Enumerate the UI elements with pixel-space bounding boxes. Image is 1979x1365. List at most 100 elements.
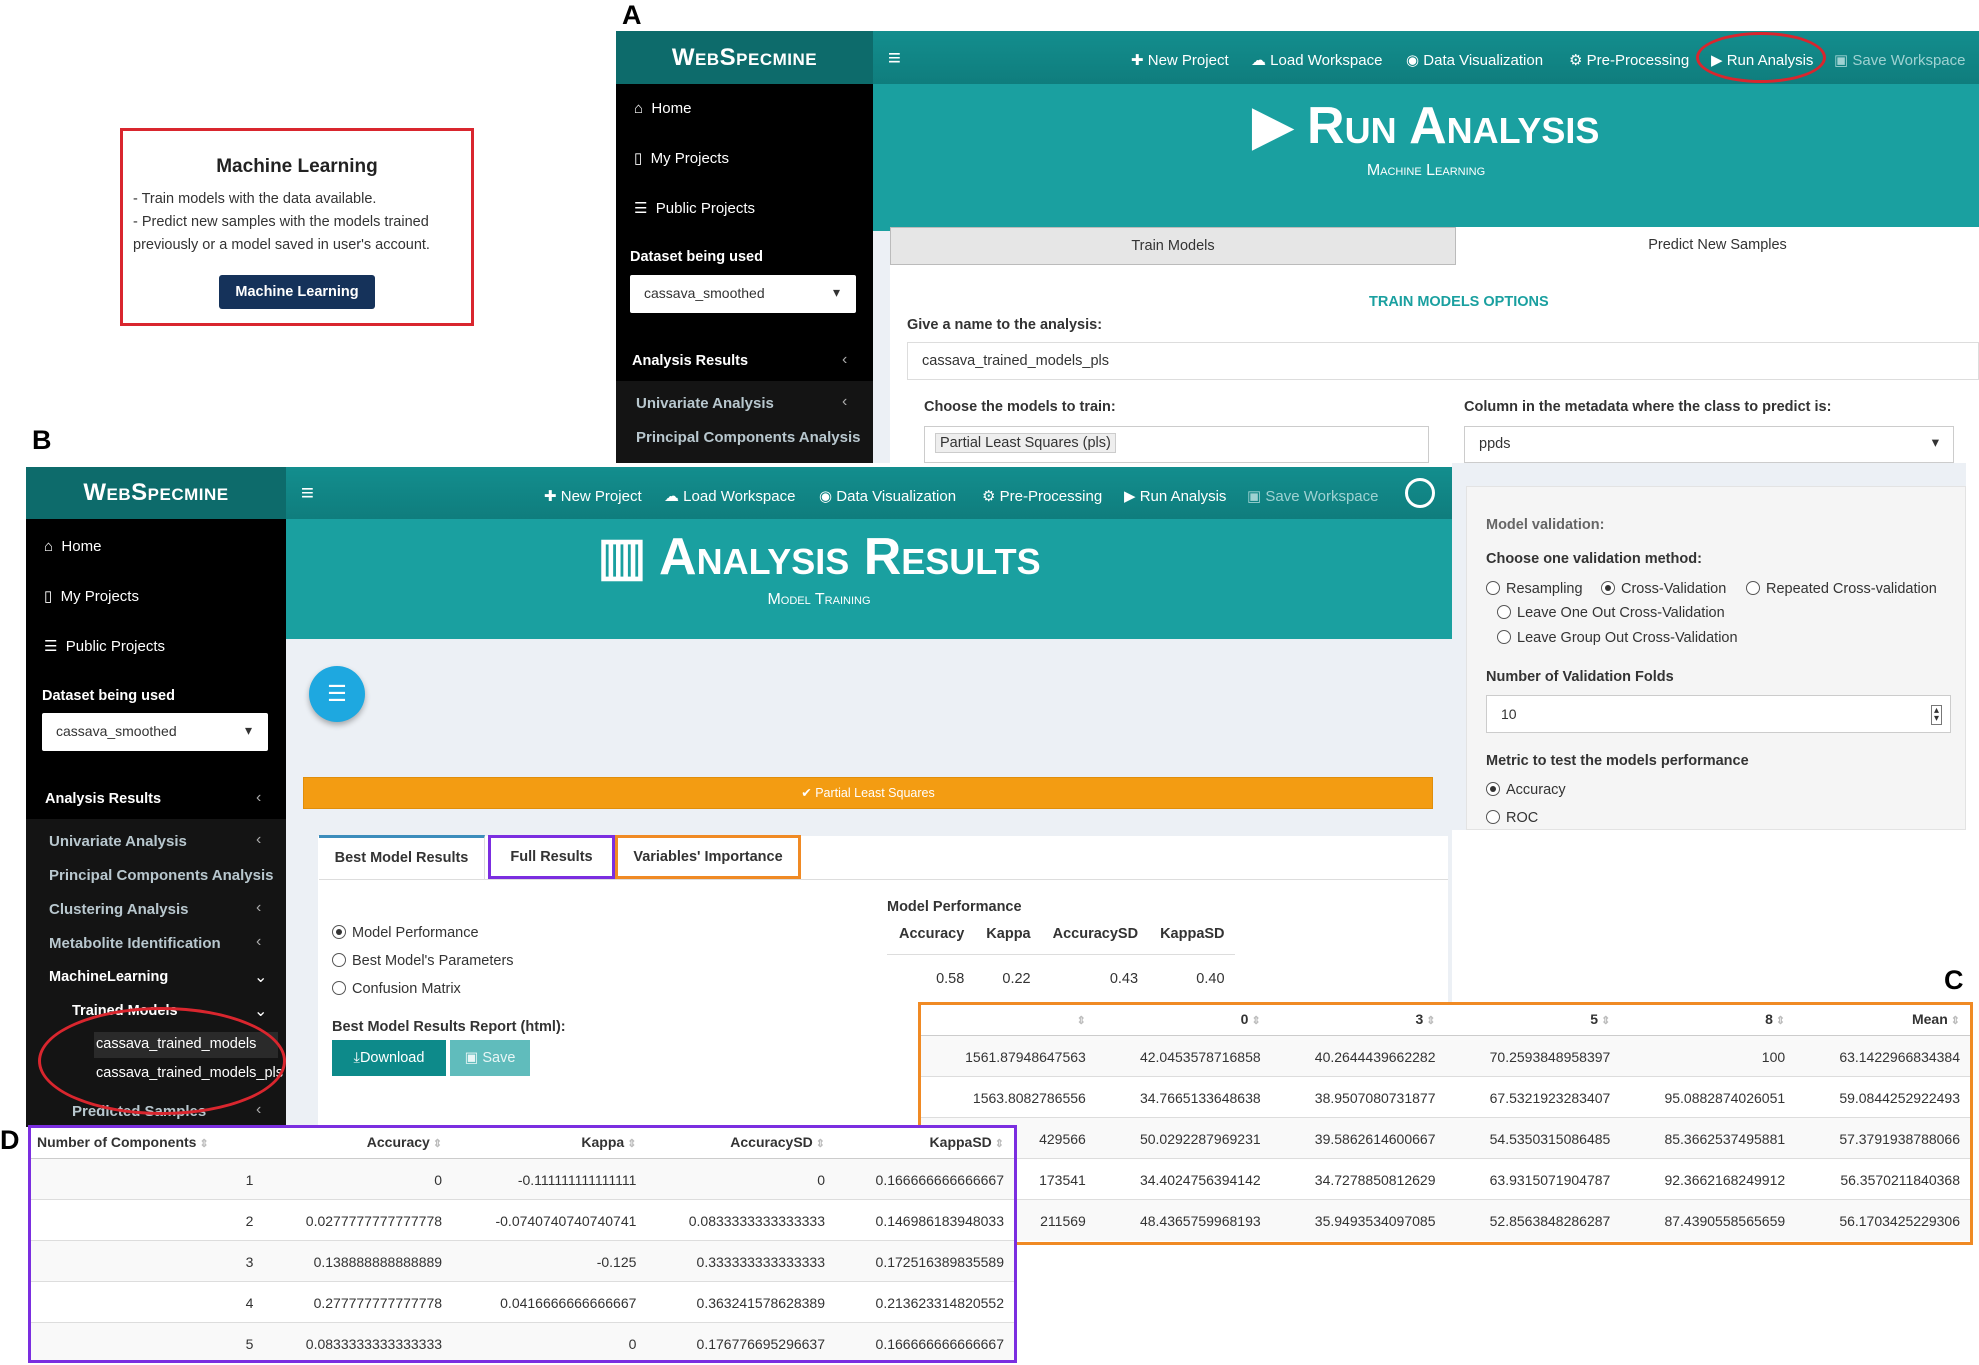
nav-save-workspace[interactable]: ▣ Save Workspace: [1247, 487, 1378, 505]
radio-accuracy[interactable]: Accuracy: [1486, 782, 1566, 798]
nav-new-project[interactable]: ✚ New Project: [544, 487, 642, 505]
radio-model-performance[interactable]: Model Performance: [332, 925, 479, 941]
tab-train-models[interactable]: Train Models: [890, 227, 1456, 265]
table-cell: 56.3570211840368: [1840, 1172, 1960, 1188]
section-heading: TRAIN MODELS OPTIONS: [1369, 294, 1549, 310]
page-subtitle: Model Training: [767, 591, 871, 608]
table-cell: 0.22: [1002, 971, 1031, 987]
nav-data-visualization[interactable]: ◉ Data Visualization: [819, 487, 956, 505]
nav-run-analysis[interactable]: ▶ Run Analysis: [1124, 487, 1226, 505]
nav-pre-processing[interactable]: ⚙ Pre-Processing: [982, 487, 1102, 505]
table-cell: 1563.8082786556: [972, 1090, 1086, 1106]
dataset-select[interactable]: cassava_smoothed ▾: [42, 713, 268, 751]
table-header-cell[interactable]: Accuracy ⇕: [263, 1128, 453, 1159]
table-row: 1561.87948647563 42.0453578716858 40.26444…: [921, 1035, 1970, 1077]
table-cell: -0.0740740740740741: [495, 1213, 637, 1229]
sidebar-item-metabolite[interactable]: Metabolite Identification: [49, 935, 221, 952]
radio-lgocv[interactable]: Leave Group Out Cross-Validation: [1497, 630, 1738, 646]
brand-logo[interactable]: WebSpecmine: [616, 31, 873, 84]
sidebar-item-public-projects[interactable]: ☰ Public Projects: [44, 637, 165, 655]
panel-label-d: D: [0, 1125, 20, 1155]
tab-predict-new-samples[interactable]: Predict New Samples: [1456, 227, 1979, 265]
table-header-cell[interactable]: AccuracySD ⇕: [646, 1128, 835, 1159]
radio-best-model-parameters[interactable]: Best Model's Parameters: [332, 953, 514, 969]
sidebar-item-home[interactable]: ⌂ Home: [634, 100, 691, 117]
chevron-left-icon: ‹: [256, 831, 262, 848]
sidebar-item-univariate[interactable]: Univariate Analysis: [49, 833, 187, 850]
radio-confusion-matrix[interactable]: Confusion Matrix: [332, 981, 461, 997]
hamburger-icon[interactable]: ≡: [888, 45, 901, 71]
collapse-bar-pls[interactable]: ✔ Partial Least Squares: [303, 777, 1433, 809]
table-header-cell[interactable]: Mean ⇕: [1795, 1005, 1970, 1036]
app-a: WebSpecmine ≡ ✚ New Project ☁ Load Works…: [616, 31, 1979, 463]
sidebar-item-univariate[interactable]: Univariate Analysis: [636, 395, 774, 412]
table-cell: 3: [245, 1254, 254, 1270]
models-select[interactable]: Partial Least Squares (pls): [924, 426, 1429, 463]
sidebar-item-public-projects[interactable]: ☰ Public Projects: [634, 199, 755, 217]
radio-resampling[interactable]: Resampling: [1486, 581, 1583, 597]
sidebar-item-my-projects[interactable]: ▯ My Projects: [44, 587, 139, 605]
table-cell: 87.4390558565659: [1664, 1213, 1786, 1230]
full-results-table-panel: Number of Components ⇕ Accuracy ⇕ Kappa ⇕ Accu…: [28, 1125, 1017, 1363]
sidebar-item-machine-learning[interactable]: MachineLearning: [49, 969, 168, 985]
table-row: 0.58 0.22 0.43 0.40: [887, 954, 1235, 992]
user-icon[interactable]: [1405, 478, 1435, 508]
table-cell: -0.125: [596, 1254, 637, 1270]
nav-load-workspace[interactable]: ☁ Load Workspace: [1251, 51, 1382, 69]
table-header-cell[interactable]: KappaSD ⇕: [835, 1128, 1014, 1159]
sidebar-item-pca[interactable]: Principal Components Analysis: [636, 429, 861, 446]
sidebar-item-clustering[interactable]: Clustering Analysis: [49, 901, 188, 918]
sidebar-item-pca[interactable]: Principal Components Analysis: [49, 867, 274, 884]
dataset-select[interactable]: cassava_smoothed ▾: [630, 275, 856, 313]
save-button[interactable]: ▣ Save: [450, 1040, 530, 1076]
models-label: Choose the models to train:: [924, 399, 1116, 415]
table-header-cell[interactable]: 3 ⇕: [1270, 1005, 1446, 1036]
spinner-icon[interactable]: ▴ ▾: [1930, 705, 1942, 725]
table-cell: 34.7665133648638: [1139, 1090, 1261, 1106]
floppy-icon: ▣: [1834, 52, 1849, 69]
sidebar-item-analysis-results[interactable]: Analysis Results: [632, 353, 748, 369]
nav-save-workspace[interactable]: ▣ Save Workspace: [1834, 51, 1965, 69]
table-header-cell[interactable]: 0 ⇕: [1095, 1005, 1271, 1036]
column-select[interactable]: ppds ▾: [1464, 426, 1954, 463]
metric-label: Metric to test the models performance: [1486, 753, 1749, 769]
radio-loocv[interactable]: Leave One Out Cross-Validation: [1497, 605, 1725, 621]
radio-checked-icon: [1601, 581, 1615, 595]
table-header-cell[interactable]: 5 ⇕: [1445, 1005, 1621, 1036]
hamburger-icon[interactable]: ≡: [301, 480, 314, 506]
table-cell: 100: [1761, 1049, 1786, 1065]
table-cell: 0.172516389835589: [875, 1254, 1004, 1270]
sidebar-item-analysis-results[interactable]: Analysis Results: [45, 791, 161, 807]
nav-pre-processing[interactable]: ⚙ Pre-Processing: [1569, 51, 1689, 69]
nav-new-project[interactable]: ✚ New Project: [1131, 51, 1229, 69]
sidebar-item-home[interactable]: ⌂ Home: [44, 538, 101, 555]
card-line-2: - Predict new samples with the models tr…: [133, 214, 430, 253]
radio-cross-validation[interactable]: Cross-Validation: [1601, 581, 1726, 597]
tab-variables-importance[interactable]: Variables' Importance: [615, 835, 801, 879]
nav-data-visualization[interactable]: ◉ Data Visualization: [1406, 51, 1543, 69]
brand-logo[interactable]: WebSpecmine: [26, 467, 286, 519]
table-cell: 0.213623314820552: [875, 1295, 1004, 1311]
nav-load-workspace[interactable]: ☁ Load Workspace: [664, 487, 795, 505]
table-cell: 59.0844252922493: [1839, 1090, 1960, 1106]
machine-learning-button[interactable]: Machine Learning: [219, 275, 375, 309]
panel-label-b: B: [32, 425, 52, 455]
sidebar-submenu-bg: [616, 381, 873, 463]
tab-best-model-results[interactable]: Best Model Results: [319, 835, 485, 879]
list-menu-button[interactable]: ☰: [309, 666, 365, 722]
radio-repeated-cv[interactable]: Repeated Cross-validation: [1746, 581, 1937, 597]
table-cell: 0.0277777777777778: [305, 1213, 443, 1229]
download-button[interactable]: ⤓Download: [332, 1040, 446, 1076]
table-header-cell[interactable]: ⇕: [921, 1005, 1096, 1036]
radio-roc[interactable]: ROC: [1486, 810, 1538, 826]
sidebar-item-my-projects[interactable]: ▯ My Projects: [634, 149, 729, 167]
table-cell: 34.7278850812629: [1314, 1172, 1436, 1188]
table-header-cell[interactable]: Number of Components ⇕: [31, 1128, 264, 1159]
sort-icon: ⇕: [199, 1138, 209, 1150]
analysis-name-input[interactable]: cassava_trained_models_pls: [907, 342, 1979, 380]
table-header-cell[interactable]: 8 ⇕: [1620, 1005, 1796, 1036]
sort-icon: ⇕: [994, 1138, 1004, 1150]
tab-full-results[interactable]: Full Results: [488, 835, 615, 879]
table-header-cell[interactable]: Kappa ⇕: [452, 1128, 647, 1159]
folds-input[interactable]: 10 ▴ ▾: [1486, 695, 1951, 733]
